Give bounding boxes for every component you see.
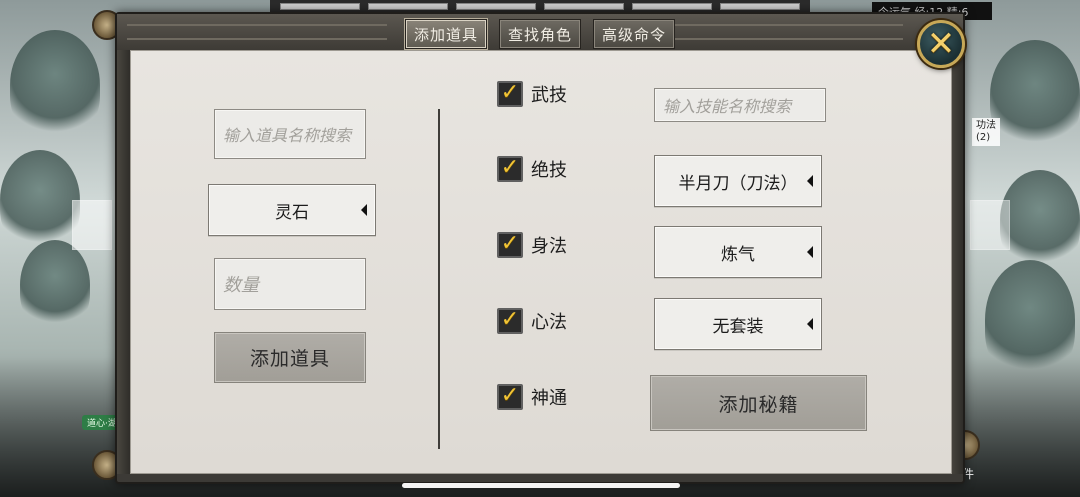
checkbox-row-shentong[interactable]: ✓ 神通 [497, 384, 567, 410]
checkbox[interactable]: ✓ [497, 232, 523, 258]
quantity-input[interactable]: 数量 [214, 258, 366, 310]
tree-decoration [10, 30, 100, 140]
tree-decoration [990, 40, 1080, 150]
map-tile [72, 200, 112, 250]
checkbox-label: 武技 [531, 85, 567, 106]
item-search-input[interactable]: 输入道具名称搜索 [214, 109, 366, 159]
checkbox-row-jueji[interactable]: ✓ 绝技 [497, 156, 567, 182]
tab-advanced-commands[interactable]: 高级命令 [593, 19, 676, 49]
content-panel: 输入道具名称搜索 灵石 数量 添加道具 ✓ 武技 ✓ 绝技 ✓ 身法 ✓ 心法 … [130, 50, 952, 474]
skill-select[interactable]: 半月刀（刀法） [654, 155, 822, 207]
gm-dialog: 添加道具 查找角色 高级命令 输入道具名称搜索 灵石 数量 添加道具 ✓ 武技 … [115, 12, 965, 484]
checkbox-label: 身法 [531, 236, 567, 257]
item-type-select[interactable]: 灵石 [208, 184, 376, 236]
realm-value: 炼气 [721, 244, 755, 265]
close-button[interactable]: ✕ [917, 20, 965, 68]
checkbox-label: 神通 [531, 388, 567, 409]
tree-decoration [20, 240, 90, 330]
tab-bar: 添加道具 查找角色 高级命令 [117, 19, 963, 49]
set-select[interactable]: 无套装 [654, 298, 822, 350]
realm-select[interactable]: 炼气 [654, 226, 822, 278]
checkbox-label: 绝技 [531, 160, 567, 181]
slot [632, 3, 712, 10]
checkbox[interactable]: ✓ [497, 81, 523, 107]
tree-decoration [1000, 170, 1080, 270]
close-icon: ✕ [926, 24, 956, 64]
side-tag-line1: 功法 [976, 120, 996, 131]
add-manual-button[interactable]: 添加秘籍 [650, 375, 867, 431]
slot [280, 3, 360, 10]
checkmark-icon: ✓ [500, 307, 520, 332]
skill-value: 半月刀（刀法） [678, 173, 798, 194]
map-tile [970, 200, 1010, 250]
tab-add-item[interactable]: 添加道具 [404, 19, 487, 49]
checkbox[interactable]: ✓ [497, 384, 523, 410]
slot [544, 3, 624, 10]
checkmark-icon: ✓ [500, 155, 520, 180]
checkbox-row-xinfa[interactable]: ✓ 心法 [497, 308, 567, 334]
caret-left-icon [807, 318, 813, 330]
checkbox[interactable]: ✓ [497, 156, 523, 182]
slot [720, 3, 800, 10]
tree-decoration [0, 150, 80, 250]
caret-left-icon [361, 204, 367, 216]
checkmark-icon: ✓ [500, 80, 520, 105]
tab-find-character[interactable]: 查找角色 [498, 19, 581, 49]
caret-left-icon [807, 246, 813, 258]
side-tag-line2: (2) [976, 132, 991, 143]
checkbox-row-shenfa[interactable]: ✓ 身法 [497, 232, 567, 258]
dialog-header: 添加道具 查找角色 高级命令 [117, 14, 963, 52]
slot [456, 3, 536, 10]
frame-left [117, 50, 130, 474]
side-skill-tag[interactable]: 功法 (2) [972, 118, 1000, 146]
checkbox-row-wuji[interactable]: ✓ 武技 [497, 81, 567, 107]
item-type-value: 灵石 [275, 202, 309, 223]
set-value: 无套装 [712, 316, 764, 337]
checkbox-label: 心法 [531, 312, 567, 333]
skill-search-input[interactable]: 输入技能名称搜索 [654, 88, 826, 122]
home-indicator[interactable] [402, 483, 680, 488]
checkbox[interactable]: ✓ [497, 308, 523, 334]
checkmark-icon: ✓ [500, 231, 520, 256]
slot [368, 3, 448, 10]
caret-left-icon [807, 175, 813, 187]
column-divider [438, 109, 440, 449]
add-item-button[interactable]: 添加道具 [214, 332, 366, 383]
checkmark-icon: ✓ [500, 383, 520, 408]
